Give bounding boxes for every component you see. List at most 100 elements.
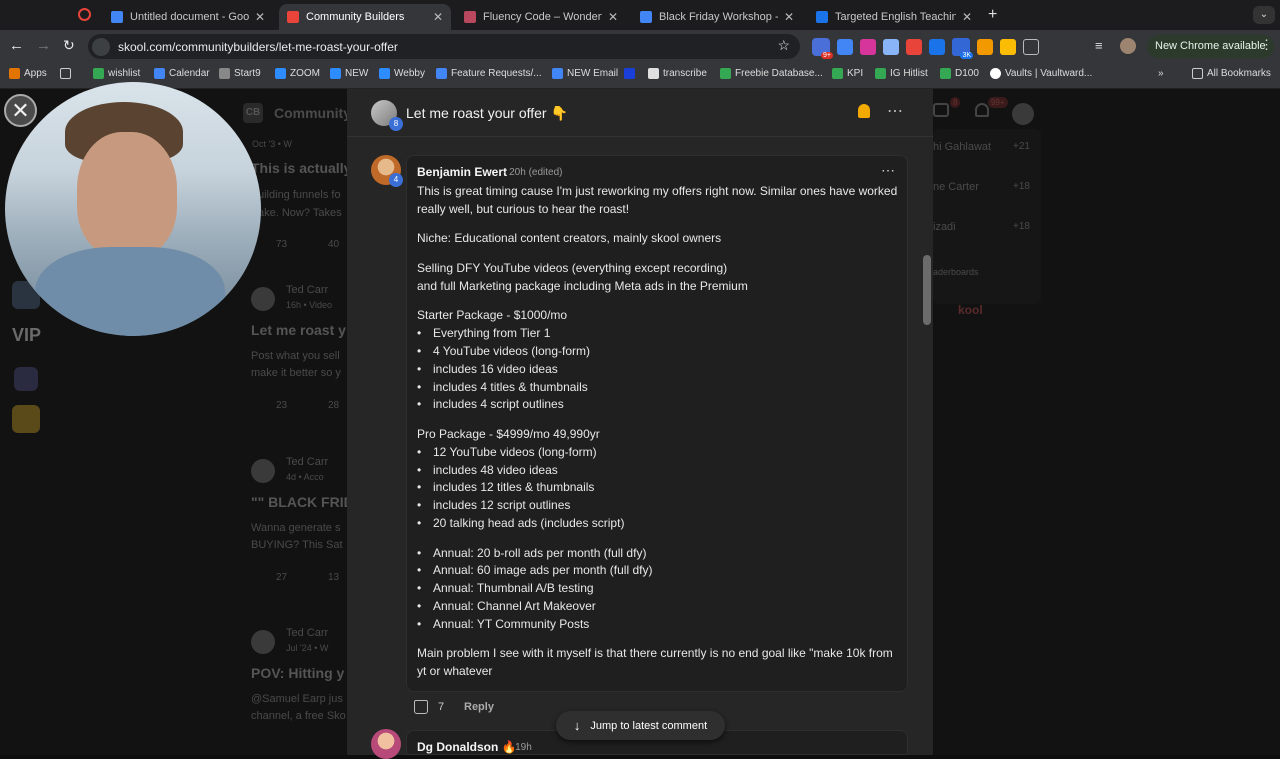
apps-grid-icon <box>9 68 20 79</box>
comment-meta: · 19h <box>509 742 532 753</box>
bookmark-star-icon[interactable]: ☆ <box>777 37 790 54</box>
avatar <box>251 630 275 654</box>
extension-icon[interactable] <box>1000 38 1016 55</box>
sheets-icon <box>832 68 843 79</box>
tab-community-builders[interactable]: Community Builders ✕ <box>279 4 451 30</box>
bookmark-arrow[interactable] <box>624 68 639 79</box>
google-docs-icon <box>640 11 652 23</box>
extension-icon[interactable] <box>906 38 922 55</box>
reading-list-icon[interactable]: ≡ <box>1095 38 1103 53</box>
extension-icon[interactable]: 9+ <box>812 37 833 59</box>
comment-card: Benjamin Ewert · 20h (edited) ⋯ This is … <box>406 155 908 692</box>
menu-kebab-icon[interactable]: ⋮ <box>1260 37 1273 53</box>
post-card[interactable]: Ted Carr 4d • Acco "" BLACK FRID Wanna g… <box>238 451 354 601</box>
arrow-down-icon: ↓ <box>573 718 581 733</box>
chat-icon[interactable] <box>933 103 949 117</box>
new-chrome-available-button[interactable]: New Chrome available <box>1147 35 1274 58</box>
skool-icon <box>287 11 299 23</box>
avatar <box>251 287 275 311</box>
jump-to-latest-button[interactable]: ↓ Jump to latest comment <box>556 711 725 740</box>
post-card[interactable]: Ted Carr Jul '24 • W POV: Hitting y @Sam… <box>238 622 348 755</box>
extension-icon[interactable] <box>860 38 876 55</box>
bookmark-d100[interactable]: D100 <box>940 68 979 79</box>
url-text: skool.com/communitybuilders/let-me-roast… <box>118 39 398 54</box>
back-button[interactable]: ← <box>9 37 24 54</box>
annual-list: Annual: 20 b-roll ads per month (full df… <box>417 545 903 634</box>
profile-avatar[interactable] <box>1120 38 1136 54</box>
bookmarks-overflow-icon[interactable]: » <box>1158 68 1164 79</box>
reply-button[interactable]: Reply <box>464 701 494 713</box>
bookmark-transcribe[interactable]: transcribe <box>648 68 707 79</box>
group-icon[interactable] <box>12 405 40 433</box>
comment-meta: · 20h (edited) <box>503 167 563 178</box>
bookmark-vaults[interactable]: Vaults | Vaultward... <box>990 68 1092 79</box>
more-options-icon[interactable]: ⋯ <box>887 101 903 121</box>
bell-icon[interactable] <box>975 103 989 117</box>
leaderboard-card: hi Gahlawat +21 ne Carter +18 izadi +18 … <box>933 129 1041 304</box>
tab-google-doc[interactable]: Untitled document - Google D ✕ <box>103 4 273 30</box>
close-webcam-button[interactable]: ✕ <box>4 94 37 127</box>
close-tab-icon[interactable]: ✕ <box>962 10 972 24</box>
bookmark-new-email[interactable]: NEW Email <box>552 68 618 79</box>
sheets-icon <box>93 68 104 79</box>
extension-icon[interactable] <box>837 38 853 55</box>
modal-scrollbar[interactable] <box>923 255 931 325</box>
webcam-overlay[interactable] <box>5 82 261 336</box>
puzzle-icon[interactable] <box>1023 38 1039 55</box>
bookmark-calendar[interactable]: Calendar <box>154 68 210 79</box>
comment-author[interactable]: Dg Donaldson 🔥 <box>417 740 517 754</box>
tab-groups-icon[interactable] <box>60 68 75 79</box>
avatar[interactable] <box>1012 103 1034 125</box>
browser-toolbar: ← → ↻ skool.com/communitybuilders/let-me… <box>0 30 1280 63</box>
tab-fluency-code[interactable]: Fluency Code – Wonderful W ✕ <box>456 4 626 30</box>
level-badge: 8 <box>389 117 403 131</box>
new-tab-button[interactable]: + <box>988 6 997 24</box>
bell-icon[interactable] <box>858 104 870 118</box>
extension-icon[interactable] <box>883 38 899 55</box>
address-bar[interactable]: skool.com/communitybuilders/let-me-roast… <box>88 34 800 59</box>
fluency-icon <box>464 11 476 23</box>
reload-button[interactable]: ↻ <box>63 37 75 54</box>
comment-options-icon[interactable]: ⋯ <box>881 162 895 179</box>
close-tab-icon[interactable]: ✕ <box>433 10 443 24</box>
zoom-icon <box>330 68 341 79</box>
sheets-icon <box>720 68 731 79</box>
bookmark-wishlist[interactable]: wishlist <box>93 68 140 79</box>
comment-author[interactable]: Benjamin Ewert <box>417 165 507 179</box>
extension-icon[interactable] <box>929 38 945 55</box>
close-tab-icon[interactable]: ✕ <box>608 10 618 24</box>
bookmark-kpi[interactable]: KPI <box>832 68 863 79</box>
close-tab-icon[interactable]: ✕ <box>784 10 794 24</box>
skool-logo: kool <box>958 303 983 317</box>
modal-title: Let me roast your offer 👇 <box>406 105 568 121</box>
google-docs-icon <box>111 11 123 23</box>
extensions-area: 9+ 3K <box>812 36 1057 59</box>
bookmark-freebie-database[interactable]: Freebie Database... <box>720 68 823 79</box>
webcam-person-face <box>77 132 177 257</box>
tab-search-button[interactable]: ⌄ <box>1253 6 1275 24</box>
post-card[interactable]: Ted Carr 16h • Video Let me roast y Post… <box>238 279 348 429</box>
site-info-icon[interactable] <box>92 37 110 56</box>
bookmark-new[interactable]: NEW <box>330 68 368 79</box>
bookmark-feature-requests[interactable]: Feature Requests/... <box>436 68 542 79</box>
extension-icon[interactable]: 3K <box>952 37 973 59</box>
arrow-icon <box>624 68 635 79</box>
close-tab-icon[interactable]: ✕ <box>255 10 265 24</box>
bookmark-webby[interactable]: Webby <box>379 68 425 79</box>
start9-icon <box>219 68 230 79</box>
group-icon[interactable] <box>14 367 38 391</box>
settings-icon <box>816 11 828 23</box>
all-bookmarks[interactable]: All Bookmarks <box>1192 68 1271 79</box>
bookmark-ig-hitlist[interactable]: IG Hitlist <box>875 68 928 79</box>
forward-button[interactable]: → <box>36 37 51 54</box>
tab-targeted-english[interactable]: Targeted English Teaching for ✕ <box>808 4 980 30</box>
bookmark-zoom[interactable]: ZOOM <box>275 68 320 79</box>
tab-black-friday[interactable]: Black Friday Workshop - Goo ✕ <box>632 4 802 30</box>
sheets-icon <box>875 68 886 79</box>
leaderboards-link[interactable]: aderboards <box>933 267 979 277</box>
like-icon[interactable] <box>414 700 428 714</box>
bookmarks-bar: Apps wishlist Calendar Start9 ZOOM NEW W… <box>0 63 1280 89</box>
extension-icon[interactable] <box>977 38 993 55</box>
bookmark-start9[interactable]: Start9 <box>219 68 261 79</box>
bookmark-apps[interactable]: Apps <box>9 68 47 79</box>
